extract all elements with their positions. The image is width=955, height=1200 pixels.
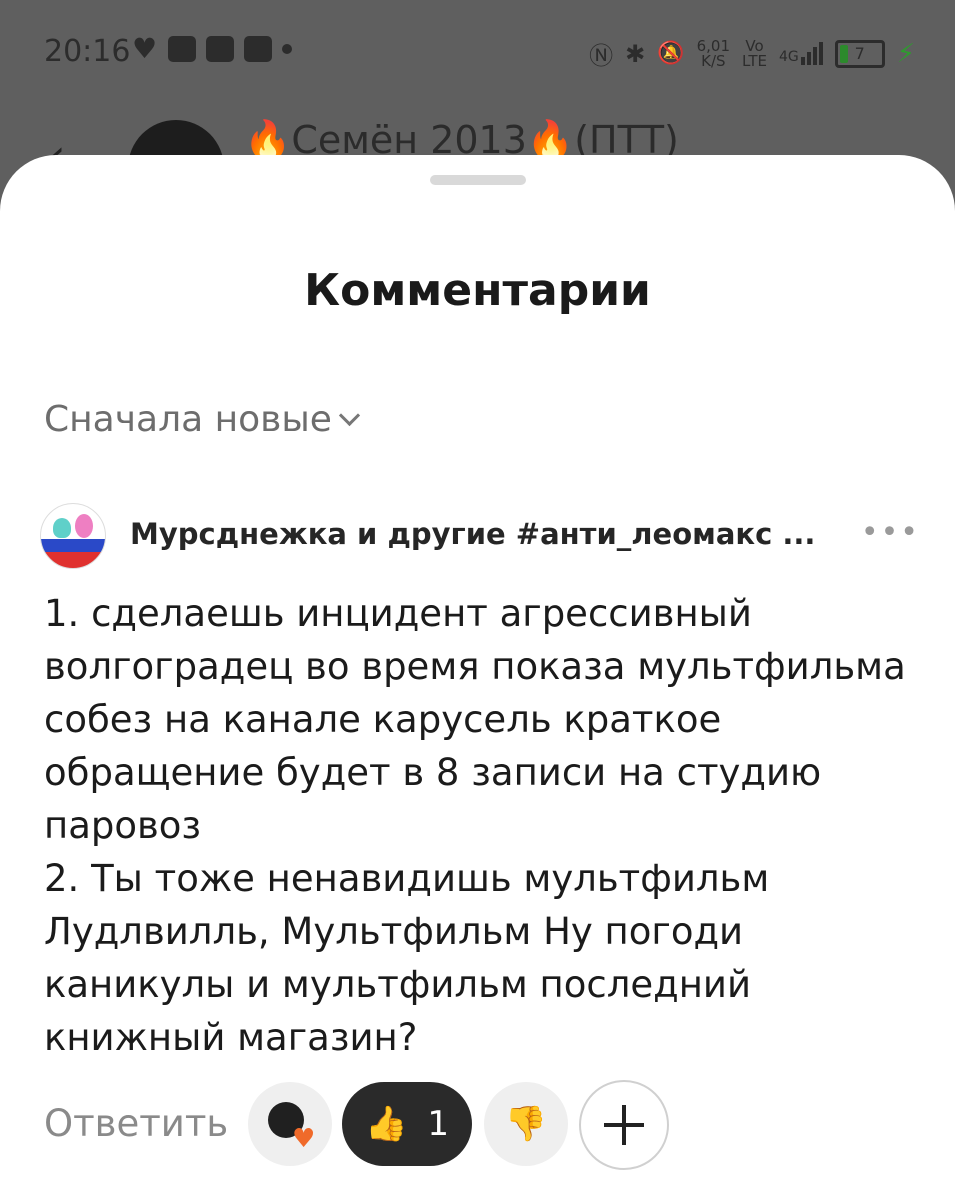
thumbs-down-icon: 👎 [504, 1104, 548, 1144]
status-bar: 20:16 ♥ Ⓝ ✱ 🔕 6,01 K/S Vo LTE 4G 7 ⚡ [0, 0, 955, 110]
more-options-icon[interactable]: ••• [861, 515, 920, 550]
app-icon [168, 36, 196, 62]
like-button[interactable]: 👍 1 [342, 1082, 472, 1166]
reply-button[interactable]: Ответить [44, 1102, 228, 1145]
sheet-title: Комментарии [304, 265, 651, 316]
battery-level: 7 [854, 44, 865, 63]
sort-dropdown[interactable]: Сначала новые [44, 399, 361, 440]
volte-indicator: Vo LTE [742, 38, 767, 70]
plus-icon [604, 1105, 644, 1145]
network-type: 4G [778, 49, 799, 65]
speed-unit: K/S [701, 51, 726, 70]
chevron-down-icon [338, 404, 361, 427]
network-speed: 6,01 K/S [697, 38, 730, 70]
dislike-button[interactable]: 👎 [484, 1082, 568, 1166]
avatar[interactable] [40, 503, 106, 569]
signal-icon: 4G [779, 42, 823, 65]
author-reaction-avatar: ♥ [248, 1082, 332, 1166]
app-icon [206, 36, 234, 62]
mute-icon: 🔕 [657, 41, 685, 66]
battery-icon: 7 [834, 39, 885, 68]
comment-header: Мурсднежка и другие #анти_леомакс ... ••… [40, 503, 920, 569]
volte-bottom: LTE [742, 51, 767, 70]
sort-label: Сначала новые [44, 399, 332, 440]
status-time: 20:16 [44, 34, 131, 69]
like-count: 1 [427, 1104, 449, 1144]
comment-actions: Ответить ♥ 👍 1 👎 [44, 1080, 924, 1170]
system-icons: Ⓝ ✱ 🔕 6,01 K/S Vo LTE 4G 7 ⚡ [589, 36, 915, 71]
notification-icons: ♥ [132, 32, 292, 65]
app-icon [244, 36, 272, 62]
comments-sheet: Комментарии Сначала новые Мурсднежка и д… [0, 155, 955, 1200]
sheet-drag-handle[interactable] [430, 175, 526, 185]
comment-text: 1. сделаешь инцидент агрессивный волгогр… [44, 592, 906, 1059]
heart-icon: ♥ [292, 1124, 316, 1154]
comment-author[interactable]: Мурсднежка и другие #анти_леомакс ... [130, 517, 815, 551]
bluetooth-icon: ✱ [625, 39, 646, 68]
add-reaction-button[interactable] [579, 1080, 669, 1170]
charging-icon: ⚡ [896, 38, 915, 69]
heart-icon: ♥ [132, 32, 158, 65]
thumbs-up-icon: 👍 [365, 1104, 408, 1144]
nfc-icon: Ⓝ [589, 42, 614, 70]
more-notifications-dot [282, 44, 292, 54]
